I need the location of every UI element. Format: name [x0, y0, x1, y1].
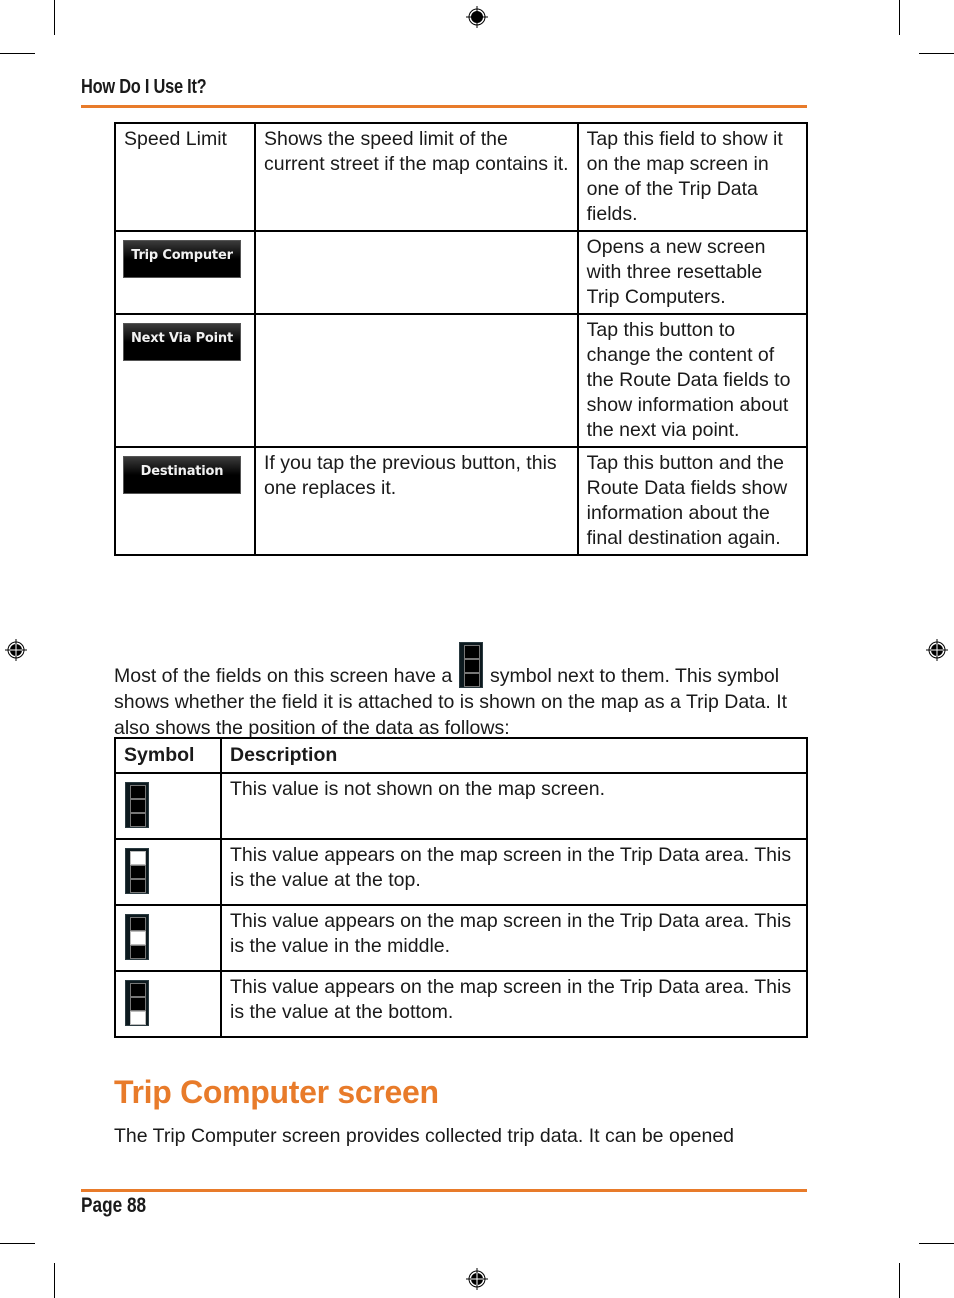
- feature-action-cell: Tap this button and the Route Data field…: [576, 446, 809, 556]
- trip-data-none-icon: [125, 782, 149, 828]
- feature-table: Speed Limit Shows the speed limit of the…: [114, 122, 809, 556]
- feature-description: Shows the speed limit of the current str…: [263, 128, 569, 175]
- destination-button[interactable]: Destination: [123, 456, 241, 494]
- crop-mark: [919, 53, 954, 54]
- crop-mark: [919, 1243, 954, 1244]
- trip-data-bottom-icon: [125, 980, 149, 1026]
- feature-action-cell: Tap this button to change the content of…: [576, 313, 809, 448]
- table-row: Trip Computer Opens a new screen with th…: [114, 230, 809, 315]
- symbol-table: Symbol Description This value is not sho…: [114, 737, 808, 1038]
- crop-mark: [899, 0, 900, 35]
- description-cell: This value appears on the map screen in …: [220, 970, 808, 1038]
- header-rule: [81, 105, 807, 108]
- feature-description-cell: Shows the speed limit of the current str…: [253, 122, 579, 232]
- column-header-description: Description: [220, 737, 808, 774]
- crop-mark: [54, 1263, 55, 1298]
- feature-label: Speed Limit: [124, 128, 227, 150]
- next-via-point-button[interactable]: Next Via Point: [123, 323, 241, 361]
- symbol-cell: [114, 838, 222, 906]
- feature-description-cell: [253, 313, 579, 448]
- registration-mark-icon: [466, 1268, 488, 1290]
- feature-action: Opens a new screen with three resettable…: [586, 236, 766, 308]
- feature-action: Tap this field to show it on the map scr…: [586, 128, 783, 225]
- feature-action-cell: Tap this field to show it on the map scr…: [576, 122, 809, 232]
- symbol-cell: [114, 970, 222, 1038]
- trip-computer-button[interactable]: Trip Computer: [123, 240, 241, 278]
- description-cell: This value appears on the map screen in …: [220, 838, 808, 906]
- crop-mark: [0, 53, 35, 54]
- trip-data-top-icon: [125, 848, 149, 894]
- intro-text-before: Most of the fields on this screen have a: [114, 665, 453, 687]
- description-cell: This value appears on the map screen in …: [220, 904, 808, 972]
- symbol-cell: [114, 772, 222, 840]
- feature-description: If you tap the previous button, this one…: [263, 452, 557, 499]
- table-row: Next Via Point Tap this button to change…: [114, 313, 809, 448]
- feature-name-cell: Next Via Point: [114, 313, 256, 448]
- intro-paragraph: Most of the fields on this screen have a…: [114, 642, 814, 741]
- page-number: Page 88: [81, 1194, 147, 1217]
- footer-rule: [81, 1189, 807, 1192]
- table-header-row: Symbol Description: [114, 737, 808, 774]
- column-header-symbol: Symbol: [114, 737, 222, 774]
- feature-name-cell: Speed Limit: [114, 122, 256, 232]
- feature-name-cell: Destination: [114, 446, 256, 556]
- running-header: How Do I Use It?: [81, 76, 207, 98]
- feature-action-cell: Opens a new screen with three resettable…: [576, 230, 809, 315]
- table-row: This value is not shown on the map scree…: [114, 772, 808, 840]
- table-row: This value appears on the map screen in …: [114, 970, 808, 1038]
- table-row: Speed Limit Shows the speed limit of the…: [114, 122, 809, 232]
- registration-mark-icon: [926, 639, 948, 661]
- section-heading: Trip Computer screen: [114, 1074, 439, 1110]
- registration-mark-icon: [5, 639, 27, 661]
- table-row: This value appears on the map screen in …: [114, 838, 808, 906]
- table-row: Destination If you tap the previous butt…: [114, 446, 809, 556]
- crop-mark: [0, 1243, 35, 1244]
- crop-mark: [899, 1263, 900, 1298]
- trip-data-middle-icon: [125, 914, 149, 960]
- symbol-cell: [114, 904, 222, 972]
- feature-action: Tap this button to change the content of…: [586, 319, 791, 441]
- crop-mark: [54, 0, 55, 35]
- feature-description-cell: [253, 230, 579, 315]
- feature-action: Tap this button and the Route Data field…: [586, 452, 788, 549]
- feature-description-cell: If you tap the previous button, this one…: [253, 446, 579, 556]
- feature-name-cell: Trip Computer: [114, 230, 256, 315]
- description-cell: This value is not shown on the map scree…: [220, 772, 808, 840]
- section-body: The Trip Computer screen provides collec…: [114, 1125, 735, 1147]
- table-row: This value appears on the map screen in …: [114, 904, 808, 972]
- registration-mark-icon: [466, 6, 488, 28]
- trip-data-position-icon: [458, 642, 483, 688]
